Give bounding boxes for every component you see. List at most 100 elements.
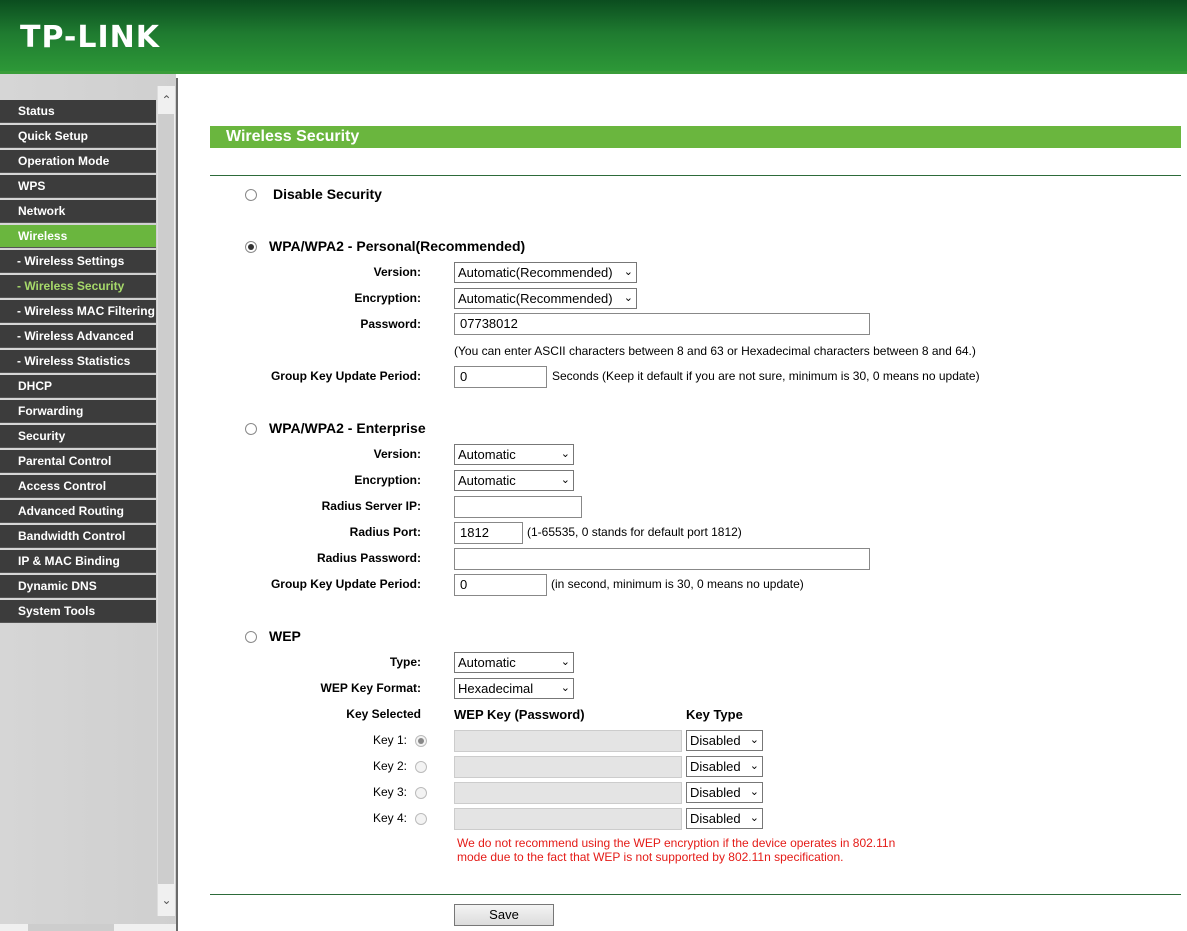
wep-key-format-label: WEP Key Format: — [320, 681, 421, 695]
key-3-input[interactable] — [454, 782, 682, 804]
save-button[interactable]: Save — [454, 904, 554, 926]
wpa-enterprise-radio[interactable] — [245, 423, 257, 435]
sidebar-item-parental-control[interactable]: Parental Control — [0, 450, 156, 473]
wep-key-format-select[interactable]: Hexadecimal ⌄ — [454, 678, 574, 699]
wep-warning: We do not recommend using the WEP encryp… — [457, 836, 896, 864]
key-2-label: Key 2: — [373, 759, 408, 773]
main-content: Wireless Security Disable Security WPA/W… — [210, 78, 1181, 931]
disable-security-label: Disable Security — [273, 186, 382, 202]
radius-password-input[interactable] — [454, 548, 870, 570]
scrollbar-thumb[interactable] — [158, 114, 174, 884]
sidebar-item-security[interactable]: Security — [0, 425, 156, 448]
enterprise-encryption-value: Automatic — [458, 473, 516, 488]
chevron-down-icon: ⌄ — [560, 656, 570, 668]
wpa-personal-radio[interactable] — [245, 241, 257, 253]
key-4-radio[interactable] — [415, 813, 427, 825]
sidebar-item-wireless-mac-filtering[interactable]: - Wireless MAC Filtering — [0, 300, 156, 323]
personal-version-value: Automatic(Recommended) — [458, 265, 613, 280]
sidebar-item-access-control[interactable]: Access Control — [0, 475, 156, 498]
sidebar-item-ip-mac-binding[interactable]: IP & MAC Binding — [0, 550, 156, 573]
key-1-label: Key 1: — [373, 733, 408, 747]
banner-divider — [0, 71, 1187, 74]
personal-password-input[interactable]: 07738012 — [454, 313, 870, 335]
enterprise-version-value: Automatic — [458, 447, 516, 462]
sidebar-item-operation-mode[interactable]: Operation Mode — [0, 150, 156, 173]
wpa-enterprise-label: WPA/WPA2 - Enterprise — [269, 420, 426, 436]
sidebar-item-wireless-statistics[interactable]: - Wireless Statistics — [0, 350, 156, 373]
sidebar-menu: Status Quick Setup Operation Mode WPS Ne… — [0, 100, 156, 625]
page-title: Wireless Security — [210, 126, 1181, 148]
sidebar-item-dynamic-dns[interactable]: Dynamic DNS — [0, 575, 156, 598]
chevron-down-icon: ⌄ — [749, 812, 759, 824]
key-3-radio[interactable] — [415, 787, 427, 799]
sidebar-item-system-tools[interactable]: System Tools — [0, 600, 156, 623]
sidebar-horizontal-scrollbar[interactable] — [0, 924, 176, 931]
radius-port-label: Radius Port: — [349, 525, 421, 539]
enterprise-encryption-select[interactable]: Automatic ⌄ — [454, 470, 574, 491]
personal-version-select[interactable]: Automatic(Recommended) ⌄ — [454, 262, 637, 283]
sidebar-item-wps[interactable]: WPS — [0, 175, 156, 198]
radius-server-ip-label: Radius Server IP: — [321, 499, 421, 513]
key-3-label: Key 3: — [373, 785, 408, 799]
key-4-input[interactable] — [454, 808, 682, 830]
wep-type-label: Type: — [389, 655, 421, 669]
sidebar-item-wireless-advanced[interactable]: - Wireless Advanced — [0, 325, 156, 348]
key-2-type-value: Disabled — [690, 759, 741, 774]
logo-text: TP-LINK — [20, 20, 161, 55]
key-3-type-select[interactable]: Disabled ⌄ — [686, 782, 763, 803]
sidebar-item-wireless[interactable]: Wireless — [0, 225, 156, 248]
horizontal-scrollbar-thumb[interactable] — [28, 924, 114, 931]
radius-password-label: Radius Password: — [316, 551, 421, 565]
key-3-type-value: Disabled — [690, 785, 741, 800]
section-divider-bottom — [210, 894, 1181, 895]
chevron-down-icon: ⌄ — [560, 448, 570, 460]
key-4-type-select[interactable]: Disabled ⌄ — [686, 808, 763, 829]
enterprise-group-key-hint: (in second, minimum is 30, 0 means no up… — [551, 577, 804, 591]
radius-port-input[interactable]: 1812 — [454, 522, 523, 544]
personal-encryption-select[interactable]: Automatic(Recommended) ⌄ — [454, 288, 637, 309]
personal-password-hint: (You can enter ASCII characters between … — [454, 344, 976, 358]
sidebar-item-wireless-settings[interactable]: - Wireless Settings — [0, 250, 156, 273]
wep-key-format-value: Hexadecimal — [458, 681, 534, 696]
sidebar-item-network[interactable]: Network — [0, 200, 156, 223]
key-2-type-select[interactable]: Disabled ⌄ — [686, 756, 763, 777]
wep-type-select[interactable]: Automatic ⌄ — [454, 652, 574, 673]
radius-server-ip-input[interactable] — [454, 496, 582, 518]
sidebar-item-bandwidth-control[interactable]: Bandwidth Control — [0, 525, 156, 548]
chevron-down-icon: ⌄ — [749, 786, 759, 798]
key-type-header: Key Type — [686, 707, 743, 722]
enterprise-group-key-input[interactable]: 0 — [454, 574, 547, 596]
wep-radio[interactable] — [245, 631, 257, 643]
sidebar-item-status[interactable]: Status — [0, 100, 156, 123]
wep-key-header: WEP Key (Password) — [454, 707, 585, 722]
key-4-label: Key 4: — [373, 811, 408, 825]
sidebar-item-forwarding[interactable]: Forwarding — [0, 400, 156, 423]
wep-label: WEP — [269, 628, 301, 644]
key-1-type-select[interactable]: Disabled ⌄ — [686, 730, 763, 751]
sidebar-item-wireless-security[interactable]: - Wireless Security — [0, 275, 156, 298]
key-1-input[interactable] — [454, 730, 682, 752]
enterprise-group-key-label: Group Key Update Period: — [270, 577, 421, 591]
personal-group-key-hint: Seconds (Keep it default if you are not … — [552, 369, 980, 383]
key-2-radio[interactable] — [415, 761, 427, 773]
tp-link-logo: TP-LINK — [20, 20, 160, 55]
sidebar-scrollbar[interactable]: ⌃ ⌄ — [157, 86, 175, 916]
disable-security-radio[interactable] — [245, 189, 257, 201]
wpa-personal-label: WPA/WPA2 - Personal(Recommended) — [269, 238, 526, 254]
sidebar-item-dhcp[interactable]: DHCP — [0, 375, 156, 398]
enterprise-version-select[interactable]: Automatic ⌄ — [454, 444, 574, 465]
chevron-down-icon[interactable]: ⌄ — [158, 892, 175, 909]
personal-encryption-label: Encryption: — [354, 291, 421, 305]
sidebar-item-advanced-routing[interactable]: Advanced Routing — [0, 500, 156, 523]
chevron-up-icon[interactable]: ⌃ — [158, 92, 175, 109]
frame-divider — [176, 78, 178, 931]
key-4-type-value: Disabled — [690, 811, 741, 826]
personal-group-key-input[interactable]: 0 — [454, 366, 547, 388]
key-selected-header: Key Selected — [346, 707, 421, 721]
personal-group-key-label: Group Key Update Period: — [270, 369, 421, 383]
chevron-down-icon: ⌄ — [623, 266, 633, 278]
chevron-down-icon: ⌄ — [749, 734, 759, 746]
key-2-input[interactable] — [454, 756, 682, 778]
sidebar-item-quick-setup[interactable]: Quick Setup — [0, 125, 156, 148]
key-1-radio[interactable] — [415, 735, 427, 747]
